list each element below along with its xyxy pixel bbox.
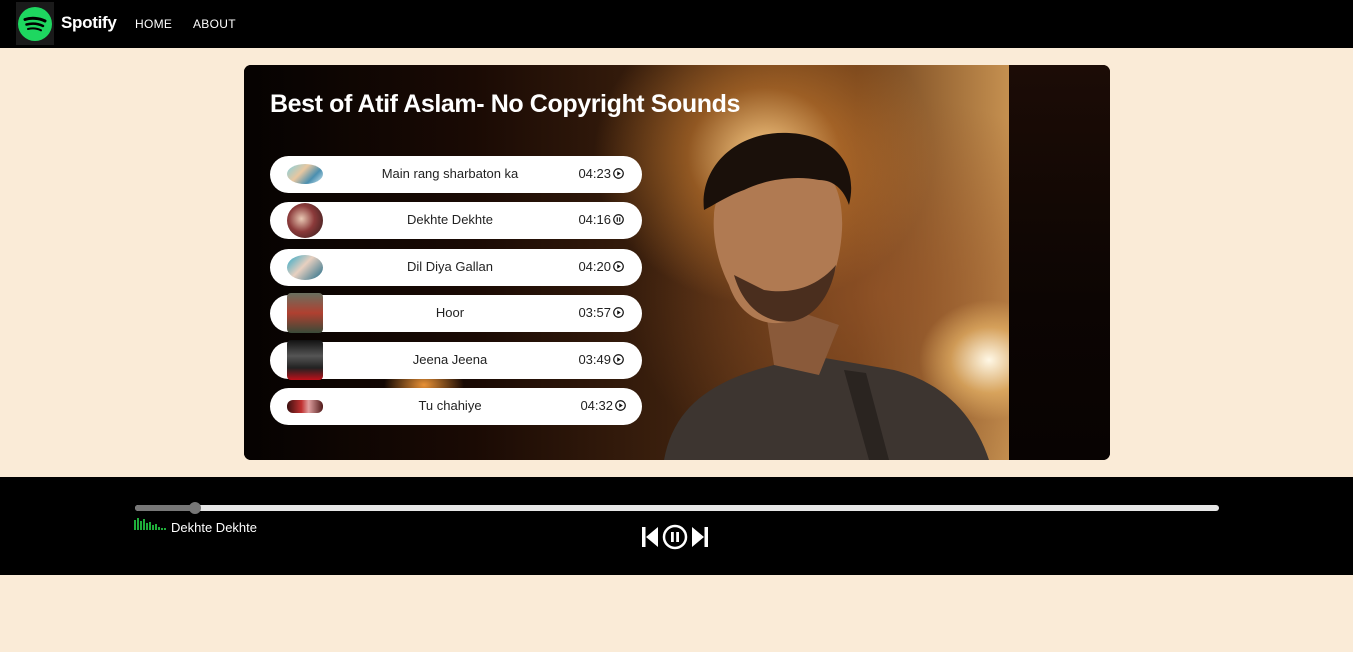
song-cover-image	[287, 255, 323, 280]
song-item[interactable]: Hoor 03:57	[270, 293, 642, 333]
previous-track-icon[interactable]	[641, 525, 659, 549]
song-duration: 03:49	[578, 352, 611, 367]
equalizer-icon	[134, 518, 166, 530]
song-cover-image	[287, 340, 323, 380]
next-track-icon[interactable]	[691, 525, 709, 549]
play-circle-icon[interactable]	[613, 261, 624, 272]
progress-slider[interactable]	[135, 502, 1219, 514]
song-item[interactable]: Tu chahiye 04:32	[270, 388, 642, 425]
song-cover-image	[287, 400, 323, 413]
song-duration: 04:16	[578, 212, 611, 227]
nav-link-about[interactable]: ABOUT	[193, 17, 236, 31]
artist-photo	[664, 132, 989, 460]
song-duration: 04:20	[578, 259, 611, 274]
song-item[interactable]: Main rang sharbaton ka 04:23	[270, 156, 642, 193]
song-item[interactable]: Dekhte Dekhte 04:16	[270, 202, 642, 239]
pause-circle-icon[interactable]	[613, 214, 624, 225]
play-circle-icon[interactable]	[613, 168, 624, 179]
song-item[interactable]: Jeena Jeena 03:49	[270, 340, 642, 380]
nav-link-home[interactable]: HOME	[135, 17, 172, 31]
player-bar: Dekhte Dekhte	[0, 477, 1353, 575]
song-title: Dil Diya Gallan	[407, 259, 493, 274]
progress-thumb[interactable]	[188, 502, 201, 514]
navbar: Spotify HOME ABOUT	[0, 0, 1353, 48]
song-duration: 03:57	[578, 305, 611, 320]
play-circle-icon[interactable]	[615, 400, 626, 411]
song-item[interactable]: Dil Diya Gallan 04:20	[270, 249, 642, 286]
song-cover-image	[287, 164, 323, 184]
playlist-title: Best of Atif Aslam- No Copyright Sounds	[270, 90, 741, 118]
song-cover-image	[287, 203, 323, 238]
brand-name[interactable]: Spotify	[61, 13, 117, 33]
now-playing-title: Dekhte Dekhte	[171, 520, 257, 535]
song-title: Tu chahiye	[418, 398, 482, 413]
spotify-logo-icon[interactable]	[16, 2, 54, 45]
pause-circle-icon[interactable]	[662, 524, 688, 550]
playback-controls	[641, 524, 709, 550]
play-circle-icon[interactable]	[613, 354, 624, 365]
song-title: Main rang sharbaton ka	[381, 166, 519, 181]
song-title: Jeena Jeena	[412, 352, 488, 367]
song-title: Hoor	[435, 305, 465, 320]
playlist-card: Best of Atif Aslam- No Copyright Sounds …	[244, 65, 1110, 460]
play-circle-icon[interactable]	[613, 307, 624, 318]
song-duration: 04:32	[580, 398, 613, 413]
song-duration: 04:23	[578, 166, 611, 181]
song-cover-image	[287, 293, 323, 333]
song-title: Dekhte Dekhte	[407, 212, 493, 227]
progress-fill	[135, 505, 195, 511]
